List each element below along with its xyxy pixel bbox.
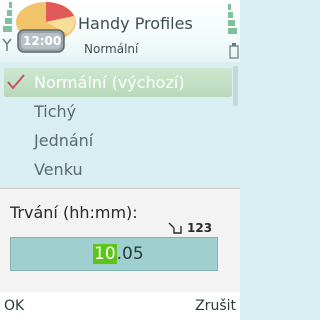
profile-list: Normální (výchozí) Tichý Jednání Venku xyxy=(0,68,232,184)
list-item-normal[interactable]: Normální (výchozí) xyxy=(4,68,232,97)
input-mode-indicator: 123 xyxy=(168,221,212,235)
battery-level-bars xyxy=(228,4,239,59)
current-profile-label: Normální xyxy=(84,42,139,56)
list-item-label: Venku xyxy=(34,160,83,179)
list-item-label: Tichý xyxy=(34,102,77,121)
list-item-outdoor[interactable]: Venku xyxy=(0,155,232,184)
input-mode-icon xyxy=(168,222,182,234)
list-item-label: Normální (výchozí) xyxy=(34,73,185,92)
list-scrollbar[interactable] xyxy=(233,66,238,186)
list-item-label: Jednání xyxy=(34,131,94,150)
duration-label: Trvání (hh:mm): xyxy=(10,203,138,222)
app-title: Handy Profiles xyxy=(78,14,193,33)
duration-query-dialog: Trvání (hh:mm): 123 10 .05 xyxy=(0,188,240,293)
minutes-segment[interactable]: .05 xyxy=(117,244,144,264)
softkey-bar: OK Zrušit xyxy=(0,292,240,320)
title-pane: 12:00 Handy Profiles Normální xyxy=(0,0,240,62)
hours-segment[interactable]: 10 xyxy=(93,244,117,264)
ok-softkey[interactable]: OK xyxy=(4,298,24,314)
clock-display: 12:00 xyxy=(23,34,62,48)
check-icon xyxy=(7,74,25,90)
cancel-softkey[interactable]: Zrušit xyxy=(195,298,236,314)
list-item-meeting[interactable]: Jednání xyxy=(0,126,232,155)
duration-input[interactable]: 10 .05 xyxy=(10,237,218,271)
scrollbar-thumb[interactable] xyxy=(233,66,238,106)
time-value: 10 .05 xyxy=(93,244,144,264)
list-item-silent[interactable]: Tichý xyxy=(0,97,232,126)
input-mode-label: 123 xyxy=(187,221,213,235)
